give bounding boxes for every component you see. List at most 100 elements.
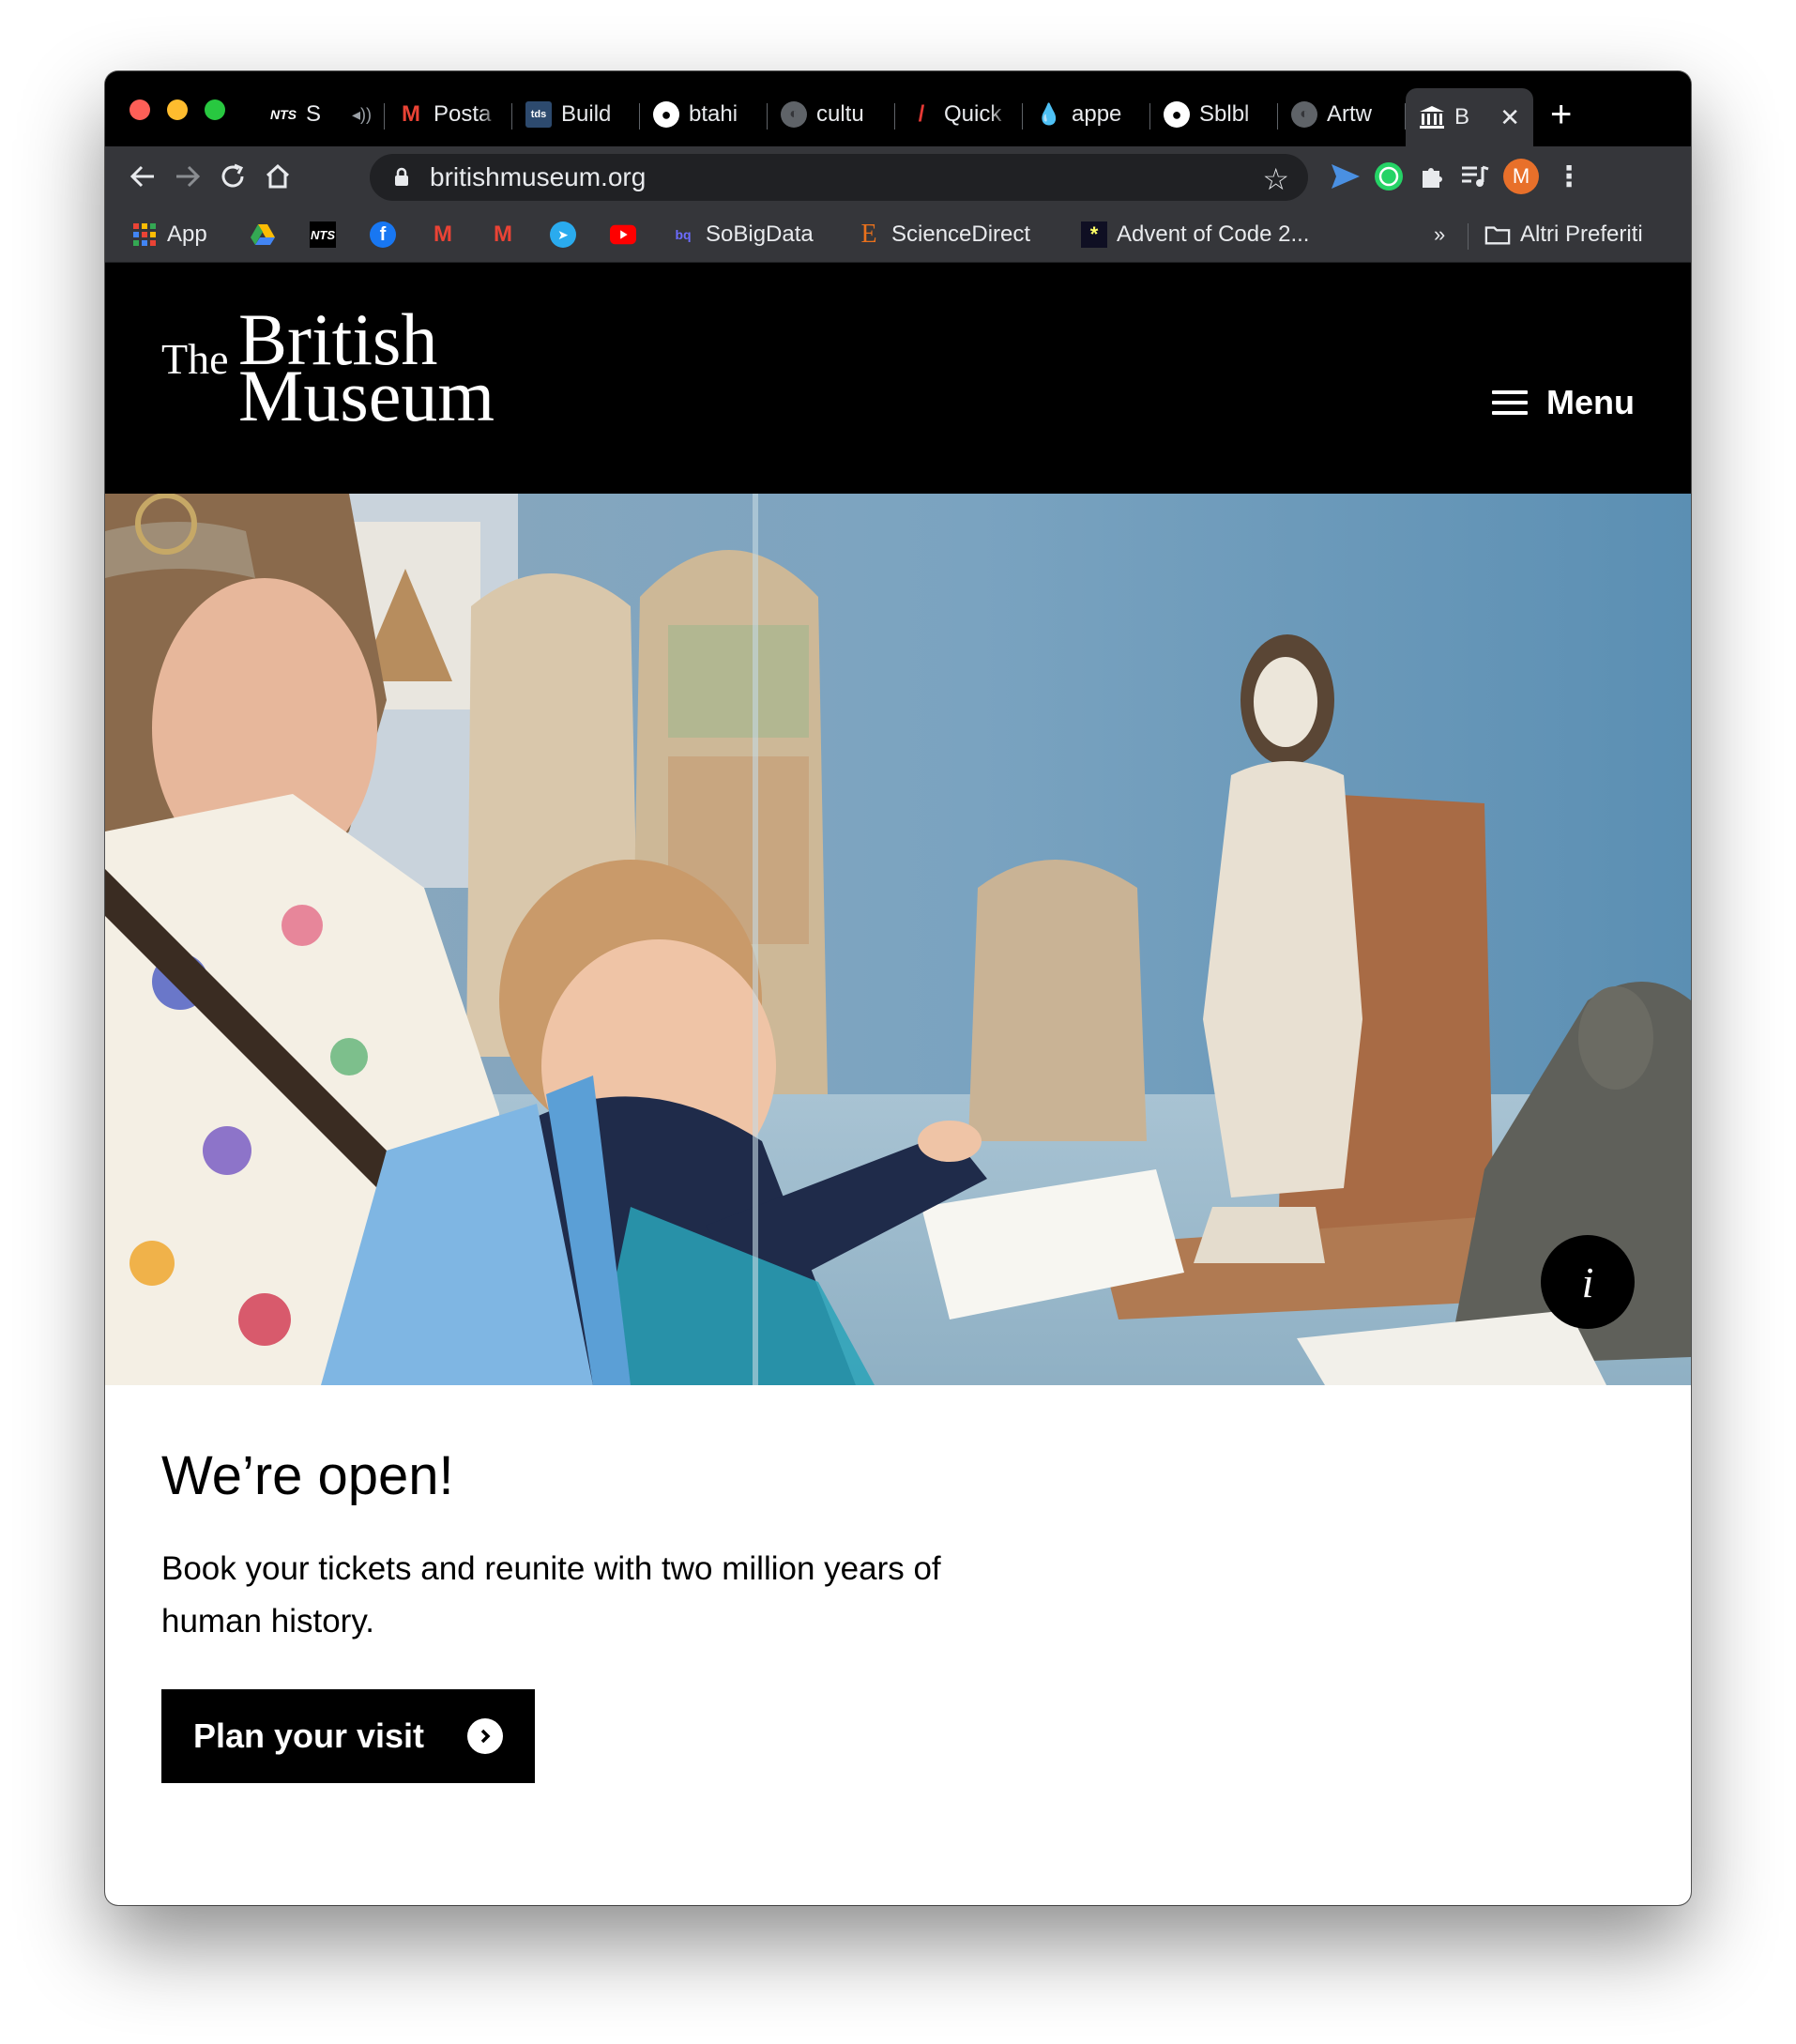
tab-github-btahi[interactable]: ● btahi [640,88,768,141]
logo-the: The [161,335,229,383]
globe-icon: ◐ [1291,101,1317,128]
gmail-icon: M [402,101,420,127]
bookmark-label: SoBigData [706,221,814,247]
browser-window: NTS S ◂)) M Posta tds Build ● btahi ◐ cu… [105,71,1691,1905]
tab-cultu[interactable]: ◐ cultu [768,88,895,141]
close-tab-icon[interactable]: ✕ [1499,103,1520,132]
web-page: The British Museum Menu i We’re open! Bo… [105,263,1691,1905]
telegram-icon: ➤ [550,221,576,248]
stela-small [968,860,1147,1141]
tab-title: S [306,101,322,127]
bookmark-sciencedirect[interactable]: E ScienceDirect [856,218,1030,252]
bookmark-gmail-1[interactable]: M [430,218,456,252]
pen-icon: / [918,101,925,127]
tab-title: Build [561,101,612,127]
hamburger-icon [1492,390,1528,415]
tds-icon: tds [525,101,552,128]
chrome-menu-icon[interactable]: ⋮ [1550,158,1588,195]
send-extension-icon[interactable] [1327,158,1364,195]
tab-nts[interactable]: NTS S ◂)) [257,88,385,141]
lead-text: Book your tickets and reunite with two m… [161,1550,941,1640]
extensions-puzzle-icon[interactable] [1413,158,1451,195]
tab-appe[interactable]: 💧 appe [1023,88,1150,141]
bookmark-label: Advent of Code 2... [1117,221,1310,247]
address-bar[interactable]: britishmuseum.org ☆ [370,154,1308,201]
whatsapp-extension-icon[interactable] [1370,158,1408,195]
tab-build[interactable]: tds Build [512,88,640,141]
bookmark-star-icon[interactable]: ☆ [1262,161,1289,197]
bookmarks-overflow-button[interactable]: » [1434,218,1445,252]
profile-initial: M [1512,164,1530,188]
speaker-icon: ◂)) [351,104,372,124]
headline: We’re open! [161,1445,454,1506]
star-icon: * [1081,221,1107,248]
tab-gmail[interactable]: M Posta [385,88,512,141]
google-drive-icon [250,221,276,248]
bookmark-other-folder[interactable]: Altri Preferiti [1484,218,1643,252]
tab-title: Quick [944,101,1002,127]
tab-github-sblbl[interactable]: ● Sblbl [1150,88,1278,141]
gmail-icon: M [434,221,452,247]
bookmark-gmail-2[interactable]: M [490,218,516,252]
bookmark-telegram[interactable]: ➤ [550,218,576,252]
reload-button[interactable] [212,156,253,197]
overflow-chevron-icon: » [1434,222,1446,246]
minimize-window-button[interactable] [167,99,188,120]
image-info-button[interactable]: i [1541,1235,1635,1329]
lock-icon[interactable] [390,166,413,189]
elsevier-icon: E [860,220,877,249]
profile-avatar[interactable]: M [1503,159,1539,194]
media-queue-icon[interactable] [1456,158,1494,195]
bookmark-drive[interactable] [250,218,276,252]
chevron-right-circle-icon [467,1718,504,1754]
bookmark-sobigdata[interactable]: bq SoBigData [670,218,814,252]
youtube-icon [610,221,636,248]
tab-title: Posta [434,101,492,127]
github-icon: ● [653,101,679,128]
back-button[interactable] [122,156,163,197]
menu-label: Menu [1546,383,1635,421]
tab-title: btahi [689,101,738,127]
facebook-icon: f [370,221,396,248]
arrow-left-icon [129,165,154,188]
tab-list: NTS S ◂)) M Posta tds Build ● btahi ◐ cu… [257,88,1533,146]
tab-title: cultu [816,101,864,127]
tab-strip: NTS S ◂)) M Posta tds Build ● btahi ◐ cu… [105,71,1691,146]
bookmarks-bar: App NTS f M M ➤ bq SoBigData E ScienceDi… [105,206,1691,263]
nts-icon: NTS [310,221,336,248]
home-button[interactable] [257,156,298,197]
bookmark-youtube[interactable] [610,218,636,252]
bookmark-label: ScienceDirect [891,221,1031,247]
drop-icon: 💧 [1036,102,1062,126]
tab-title: B [1454,104,1470,130]
apps-grid-icon [131,221,158,248]
gmail-icon: M [494,221,512,247]
tab-quick[interactable]: / Quick [895,88,1023,141]
bookmark-label: Altri Preferiti [1520,221,1643,247]
tab-british-museum[interactable]: B ✕ [1406,88,1533,146]
bookmarks-divider [1468,223,1469,250]
globe-icon: ◐ [781,101,807,128]
plan-your-visit-button[interactable]: Plan your visit [161,1689,535,1783]
bookmark-nts[interactable]: NTS [310,218,336,252]
reload-icon [221,163,244,188]
bookmark-facebook[interactable]: f [370,218,396,252]
forward-button[interactable] [167,156,208,197]
close-window-button[interactable] [129,99,150,120]
sobigdata-icon: bq [675,227,692,242]
menu-button[interactable]: Menu [1492,383,1635,422]
tab-artw[interactable]: ◐ Artw [1278,88,1406,141]
url-text: britishmuseum.org [430,162,647,191]
info-icon: i [1581,1258,1594,1306]
github-icon: ● [1164,101,1190,128]
cta-label: Plan your visit [192,1716,425,1755]
bookmark-label: App [167,221,207,247]
tab-title: appe [1072,101,1122,127]
bookmark-apps[interactable]: App [131,218,207,252]
new-tab-button[interactable]: + [1550,92,1572,137]
folder-icon [1484,221,1511,248]
maximize-window-button[interactable] [205,99,225,120]
bookmark-advent-of-code[interactable]: * Advent of Code 2... [1081,218,1309,252]
hero-image: i [105,494,1691,1385]
home-icon [266,163,290,189]
